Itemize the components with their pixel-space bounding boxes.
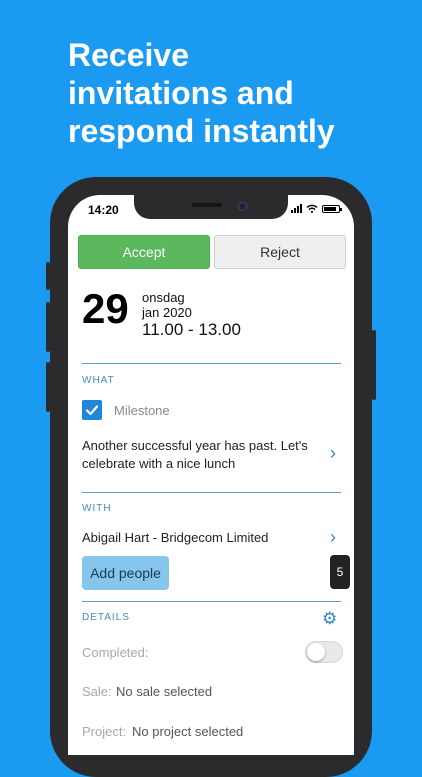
notch <box>134 195 288 219</box>
chevron-right-icon[interactable]: › <box>330 527 336 548</box>
project-value[interactable]: No project selected <box>132 724 243 739</box>
event-month-year: jan 2020 <box>142 305 192 320</box>
checkmark-icon <box>85 405 99 416</box>
status-icons <box>291 204 342 213</box>
details-section-label: DETAILS <box>82 612 130 623</box>
chevron-right-icon[interactable]: › <box>330 443 336 464</box>
event-weekday: onsdag <box>142 290 185 305</box>
sale-label: Sale: <box>82 684 112 699</box>
event-time-range: 11.00 - 13.00 <box>142 320 241 339</box>
event-description[interactable]: Another successful year has past. Let's … <box>82 437 320 473</box>
sale-value[interactable]: No sale selected <box>116 684 212 699</box>
status-time: 14:20 <box>88 203 119 217</box>
divider <box>82 601 341 602</box>
event-day: 29 <box>82 285 129 332</box>
headline: Receive invitations and respond instantl… <box>68 36 408 150</box>
battery-icon <box>322 205 342 213</box>
headline-line-2: invitations and <box>68 75 294 111</box>
speaker-grille <box>192 203 222 207</box>
phone-screen: 14:20 Accept Reject 29 onsdag jan 2020 1… <box>68 195 354 755</box>
divider <box>82 492 341 493</box>
completed-toggle[interactable] <box>305 641 343 663</box>
project-label: Project: <box>82 724 127 739</box>
gear-icon[interactable]: ⚙ <box>322 609 337 629</box>
milestone-label: Milestone <box>114 403 170 418</box>
headline-line-3: respond instantly <box>68 113 335 149</box>
wifi-icon <box>306 204 318 213</box>
participant-name[interactable]: Abigail Hart - Bridgecom Limited <box>82 530 268 545</box>
add-people-button[interactable]: Add people <box>82 556 169 590</box>
reject-button[interactable]: Reject <box>214 235 346 269</box>
toggle-knob <box>307 643 325 661</box>
participant-count-badge: 5 <box>330 555 350 589</box>
accept-button[interactable]: Accept <box>78 235 210 269</box>
divider <box>82 363 341 364</box>
signal-icon <box>291 204 302 213</box>
headline-line-1: Receive <box>68 37 189 73</box>
milestone-checkbox[interactable] <box>82 400 102 420</box>
camera-icon <box>238 202 247 211</box>
with-section-label: WITH <box>82 503 112 514</box>
what-section-label: WHAT <box>82 375 115 386</box>
power-button <box>372 330 376 400</box>
completed-label: Completed: <box>82 645 149 660</box>
